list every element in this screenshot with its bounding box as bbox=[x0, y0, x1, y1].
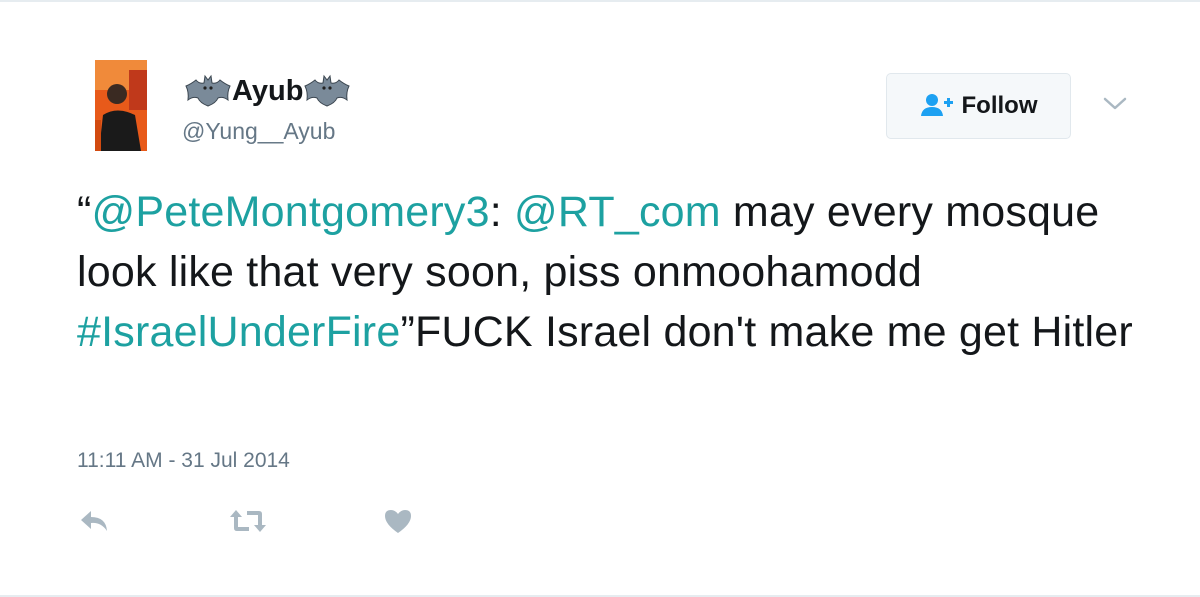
follow-label: Follow bbox=[961, 92, 1038, 119]
like-icon[interactable] bbox=[383, 506, 413, 536]
timestamp[interactable]: 11:11 AM - 31 Jul 2014 bbox=[77, 449, 290, 473]
bat-icon bbox=[304, 74, 351, 108]
avatar[interactable] bbox=[95, 60, 147, 151]
display-name: Ayub bbox=[232, 75, 304, 107]
display-name-row[interactable]: Ayub bbox=[185, 72, 351, 110]
screen-name[interactable]: @Yung__Ayub bbox=[182, 118, 335, 145]
tweet-card: Ayub @Yung__Ayub Follow “@PeteMontgomery… bbox=[0, 0, 1200, 597]
avatar-image bbox=[95, 60, 147, 151]
open-quote: “ bbox=[77, 188, 92, 236]
mention-link[interactable]: @PeteMontgomery3 bbox=[92, 188, 490, 236]
chevron-down-icon[interactable] bbox=[1100, 92, 1130, 116]
reply-icon[interactable] bbox=[78, 506, 110, 536]
separator: : bbox=[489, 188, 515, 236]
follow-button[interactable]: Follow bbox=[886, 73, 1071, 139]
retweet-icon[interactable] bbox=[228, 506, 268, 536]
mention-link[interactable]: @RT_com bbox=[514, 188, 721, 236]
tweet-body: ”FUCK Israel don't make me get Hitler bbox=[400, 308, 1133, 356]
add-user-icon bbox=[920, 92, 954, 121]
tweet-text: “@PeteMontgomery3: @RT_com may every mos… bbox=[77, 182, 1137, 362]
bat-icon bbox=[185, 74, 231, 108]
hashtag-link[interactable]: #IsraelUnderFire bbox=[77, 308, 400, 356]
